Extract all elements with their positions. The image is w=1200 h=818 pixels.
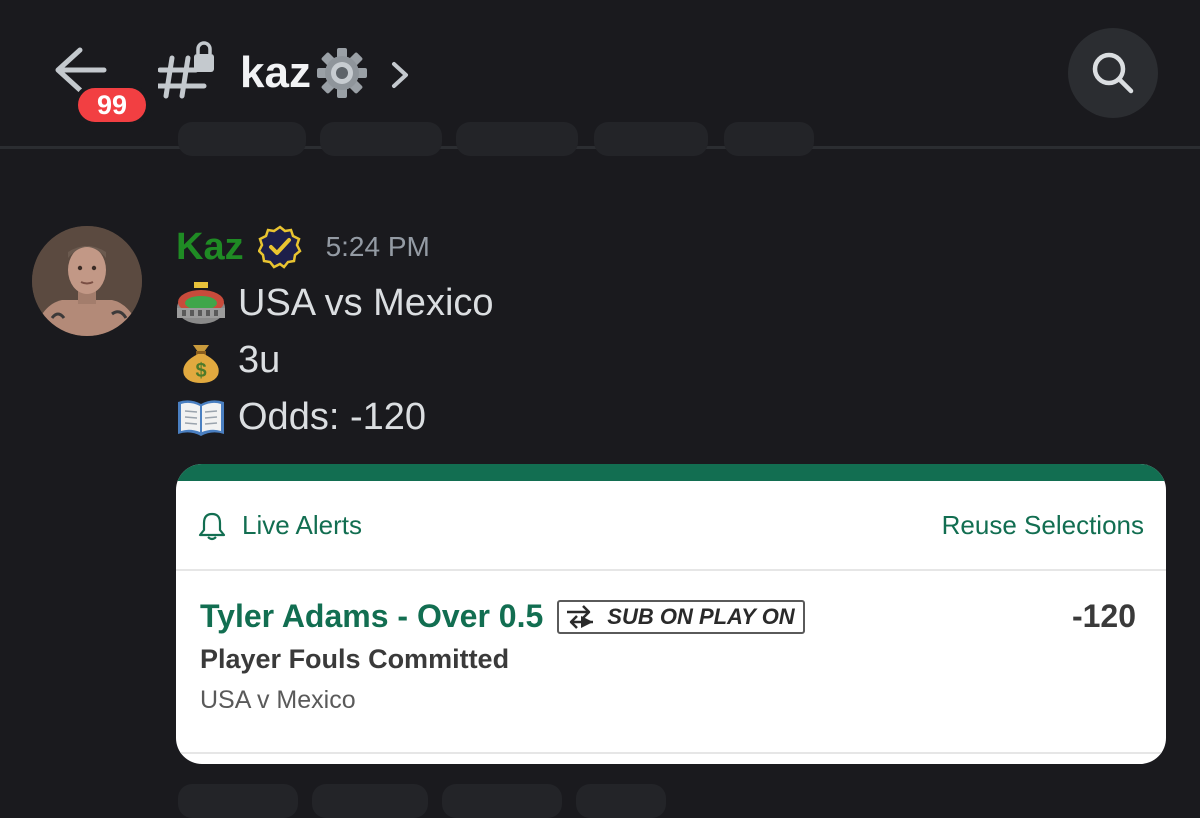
live-alerts-button[interactable]: Live Alerts	[198, 510, 362, 541]
message-line: Odds: -120	[176, 394, 426, 440]
reaction-pill[interactable]	[594, 122, 708, 156]
reaction-pill[interactable]	[456, 122, 578, 156]
selection-title: Tyler Adams - Over 0.5	[200, 598, 544, 634]
channel-title[interactable]: kaz	[240, 46, 369, 100]
message-header: Kaz 5:24 PM	[176, 222, 430, 272]
card-accent-bar	[176, 464, 1166, 481]
author-name[interactable]: Kaz	[176, 226, 244, 269]
money-bag-emoji-icon: $	[183, 345, 219, 383]
reaction-pill[interactable]	[576, 784, 666, 818]
message-timestamp: 5:24 PM	[325, 231, 430, 262]
message-text: USA vs Mexico	[238, 281, 494, 324]
reaction-pill[interactable]	[724, 122, 814, 156]
channel-name: kaz	[240, 48, 311, 97]
event-name: USA v Mexico	[200, 686, 356, 714]
card-divider	[176, 752, 1166, 754]
selection-row: Tyler Adams - Over 0.5 SUB ON PLAY ON	[200, 598, 805, 635]
reaction-pill[interactable]	[320, 122, 442, 156]
bet-slip-card[interactable]: Live Alerts Reuse Selections Tyler Adams…	[176, 464, 1166, 764]
message-line: USA vs Mexico	[176, 280, 494, 326]
chevron-right-icon[interactable]	[388, 58, 412, 92]
open-book-emoji-icon	[178, 400, 224, 436]
selection-odds: -120	[1071, 598, 1136, 634]
search-icon	[1092, 52, 1134, 94]
live-alerts-label: Live Alerts	[242, 510, 362, 540]
reaction-pill[interactable]	[178, 122, 306, 156]
reuse-selections-button[interactable]: Reuse Selections	[942, 510, 1144, 541]
message-line: $ 3u	[176, 337, 280, 383]
reaction-pill[interactable]	[312, 784, 428, 818]
tag-label: SUB ON PLAY ON	[607, 603, 795, 629]
market-name: Player Fouls Committed	[200, 644, 510, 674]
svg-text:$: $	[195, 360, 206, 382]
verified-badge-icon	[257, 225, 302, 269]
gear-icon	[316, 48, 367, 98]
message-text: 3u	[238, 338, 281, 381]
locked-channel-icon	[158, 41, 214, 99]
avatar[interactable]	[32, 226, 142, 336]
message-text: Odds: -120	[238, 395, 426, 438]
stadium-emoji-icon	[177, 282, 225, 324]
reaction-pill[interactable]	[442, 784, 562, 818]
search-button[interactable]	[1068, 28, 1158, 118]
bell-icon	[198, 512, 226, 540]
unread-badge: 99	[74, 84, 150, 126]
sub-on-play-on-tag: SUB ON PLAY ON	[557, 599, 805, 634]
swap-arrows-icon	[567, 604, 594, 629]
reaction-pill[interactable]	[178, 784, 298, 818]
